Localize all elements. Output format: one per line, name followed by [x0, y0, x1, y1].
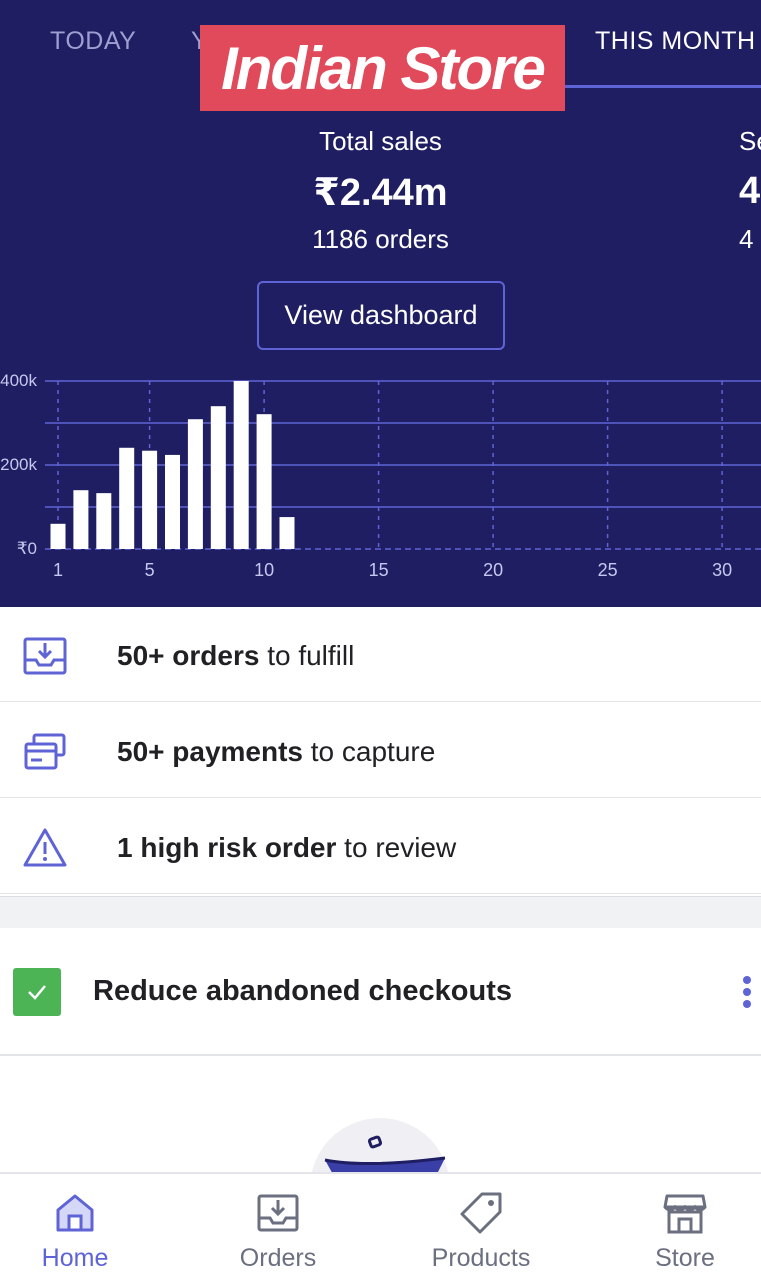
task-high-risk-review[interactable]: 1 high risk order to review	[0, 799, 761, 894]
chart-bar	[73, 490, 89, 549]
checkmark-icon	[13, 968, 61, 1016]
home-icon	[56, 1194, 94, 1232]
task-text: 50+ orders to fulfill	[117, 640, 354, 672]
inbox-download-icon	[23, 637, 67, 675]
tag-icon	[460, 1192, 502, 1234]
more-vertical-icon[interactable]	[733, 972, 761, 1012]
total-orders-count: 1186 orders	[312, 224, 449, 254]
task-rest: to capture	[303, 736, 436, 767]
task-bold: 50+ payments	[117, 736, 303, 767]
payment-cards-icon	[24, 733, 66, 770]
nav-label: Home	[41, 1244, 109, 1272]
section-divider	[0, 896, 761, 928]
nav-store[interactable]: Store	[600, 1174, 761, 1280]
task-text: 1 high risk order to review	[117, 832, 456, 864]
chart-bar	[187, 419, 203, 549]
chart-y-tick-label: 400k	[0, 371, 37, 390]
chart-x-tick-label: 30	[712, 560, 732, 580]
task-payments-to-capture[interactable]: 50+ payments to capture	[0, 703, 761, 798]
task-orders-to-fulfill[interactable]: 50+ orders to fulfill	[0, 607, 761, 702]
secondary-stat-sub: 4	[739, 224, 754, 254]
chart-bar	[119, 447, 135, 549]
task-text: 50+ payments to capture	[117, 736, 435, 768]
task-rest: to fulfill	[259, 640, 355, 671]
illustration-image	[310, 1118, 450, 1178]
chart-bar	[210, 406, 226, 549]
chart-bar	[279, 517, 295, 549]
card-title: Reduce abandoned checkouts	[93, 975, 512, 1007]
nav-label: Orders	[239, 1244, 317, 1272]
chart-x-tick-label: 1	[53, 560, 63, 580]
chart-y-tick-label: 200k	[0, 455, 37, 474]
task-bold: 1 high risk order	[117, 832, 337, 863]
chart-y-tick-label: ₹0	[17, 539, 37, 558]
chart-x-tick-label: 10	[254, 560, 274, 580]
active-tab-indicator	[565, 85, 761, 88]
store-icon	[663, 1194, 707, 1234]
nav-products[interactable]: Products	[396, 1174, 566, 1280]
nav-label: Store	[655, 1244, 715, 1272]
secondary-stat-value: 4	[739, 170, 761, 212]
bottom-navigation: Home Orders Products Store	[0, 1172, 761, 1280]
tab-today[interactable]: TODAY	[50, 27, 136, 56]
chart-x-tick-label: 25	[598, 560, 618, 580]
task-rest: to review	[336, 832, 457, 863]
sales-bar-chart: ₹0200k400k1 5 10 15 20 25 30	[0, 371, 761, 580]
warning-triangle-icon	[23, 828, 67, 867]
chart-x-tick-label: 5	[145, 560, 155, 580]
orders-icon	[257, 1194, 299, 1232]
chart-bar	[256, 414, 272, 549]
chart-bar	[165, 454, 180, 549]
nav-label: Products	[431, 1244, 531, 1272]
chart-x-tick-label: 15	[369, 560, 389, 580]
chart-bar	[96, 493, 112, 549]
total-sales-value: ₹2.44m	[313, 172, 448, 214]
sales-header: TODAY Y THIS MONTH Indian Store Total sa…	[0, 0, 761, 607]
brand-banner: Indian Store	[200, 25, 565, 111]
chart-x-tick-label: 20	[483, 560, 503, 580]
app-screen: TODAY Y THIS MONTH Indian Store Total sa…	[0, 0, 761, 1280]
view-dashboard-button[interactable]: View dashboard	[257, 281, 505, 350]
chart-bar	[233, 381, 249, 549]
chart-bar	[50, 523, 66, 549]
nav-home[interactable]: Home	[0, 1174, 160, 1280]
chart-bar	[142, 450, 158, 549]
task-bold: 50+ orders	[117, 640, 260, 671]
total-sales-label: Total sales	[319, 126, 442, 156]
secondary-stat-label: Se	[739, 126, 761, 156]
nav-orders[interactable]: Orders	[193, 1174, 363, 1280]
brand-banner-text: Indian Store	[221, 34, 546, 102]
tab-this-month[interactable]: THIS MONTH	[595, 27, 756, 56]
